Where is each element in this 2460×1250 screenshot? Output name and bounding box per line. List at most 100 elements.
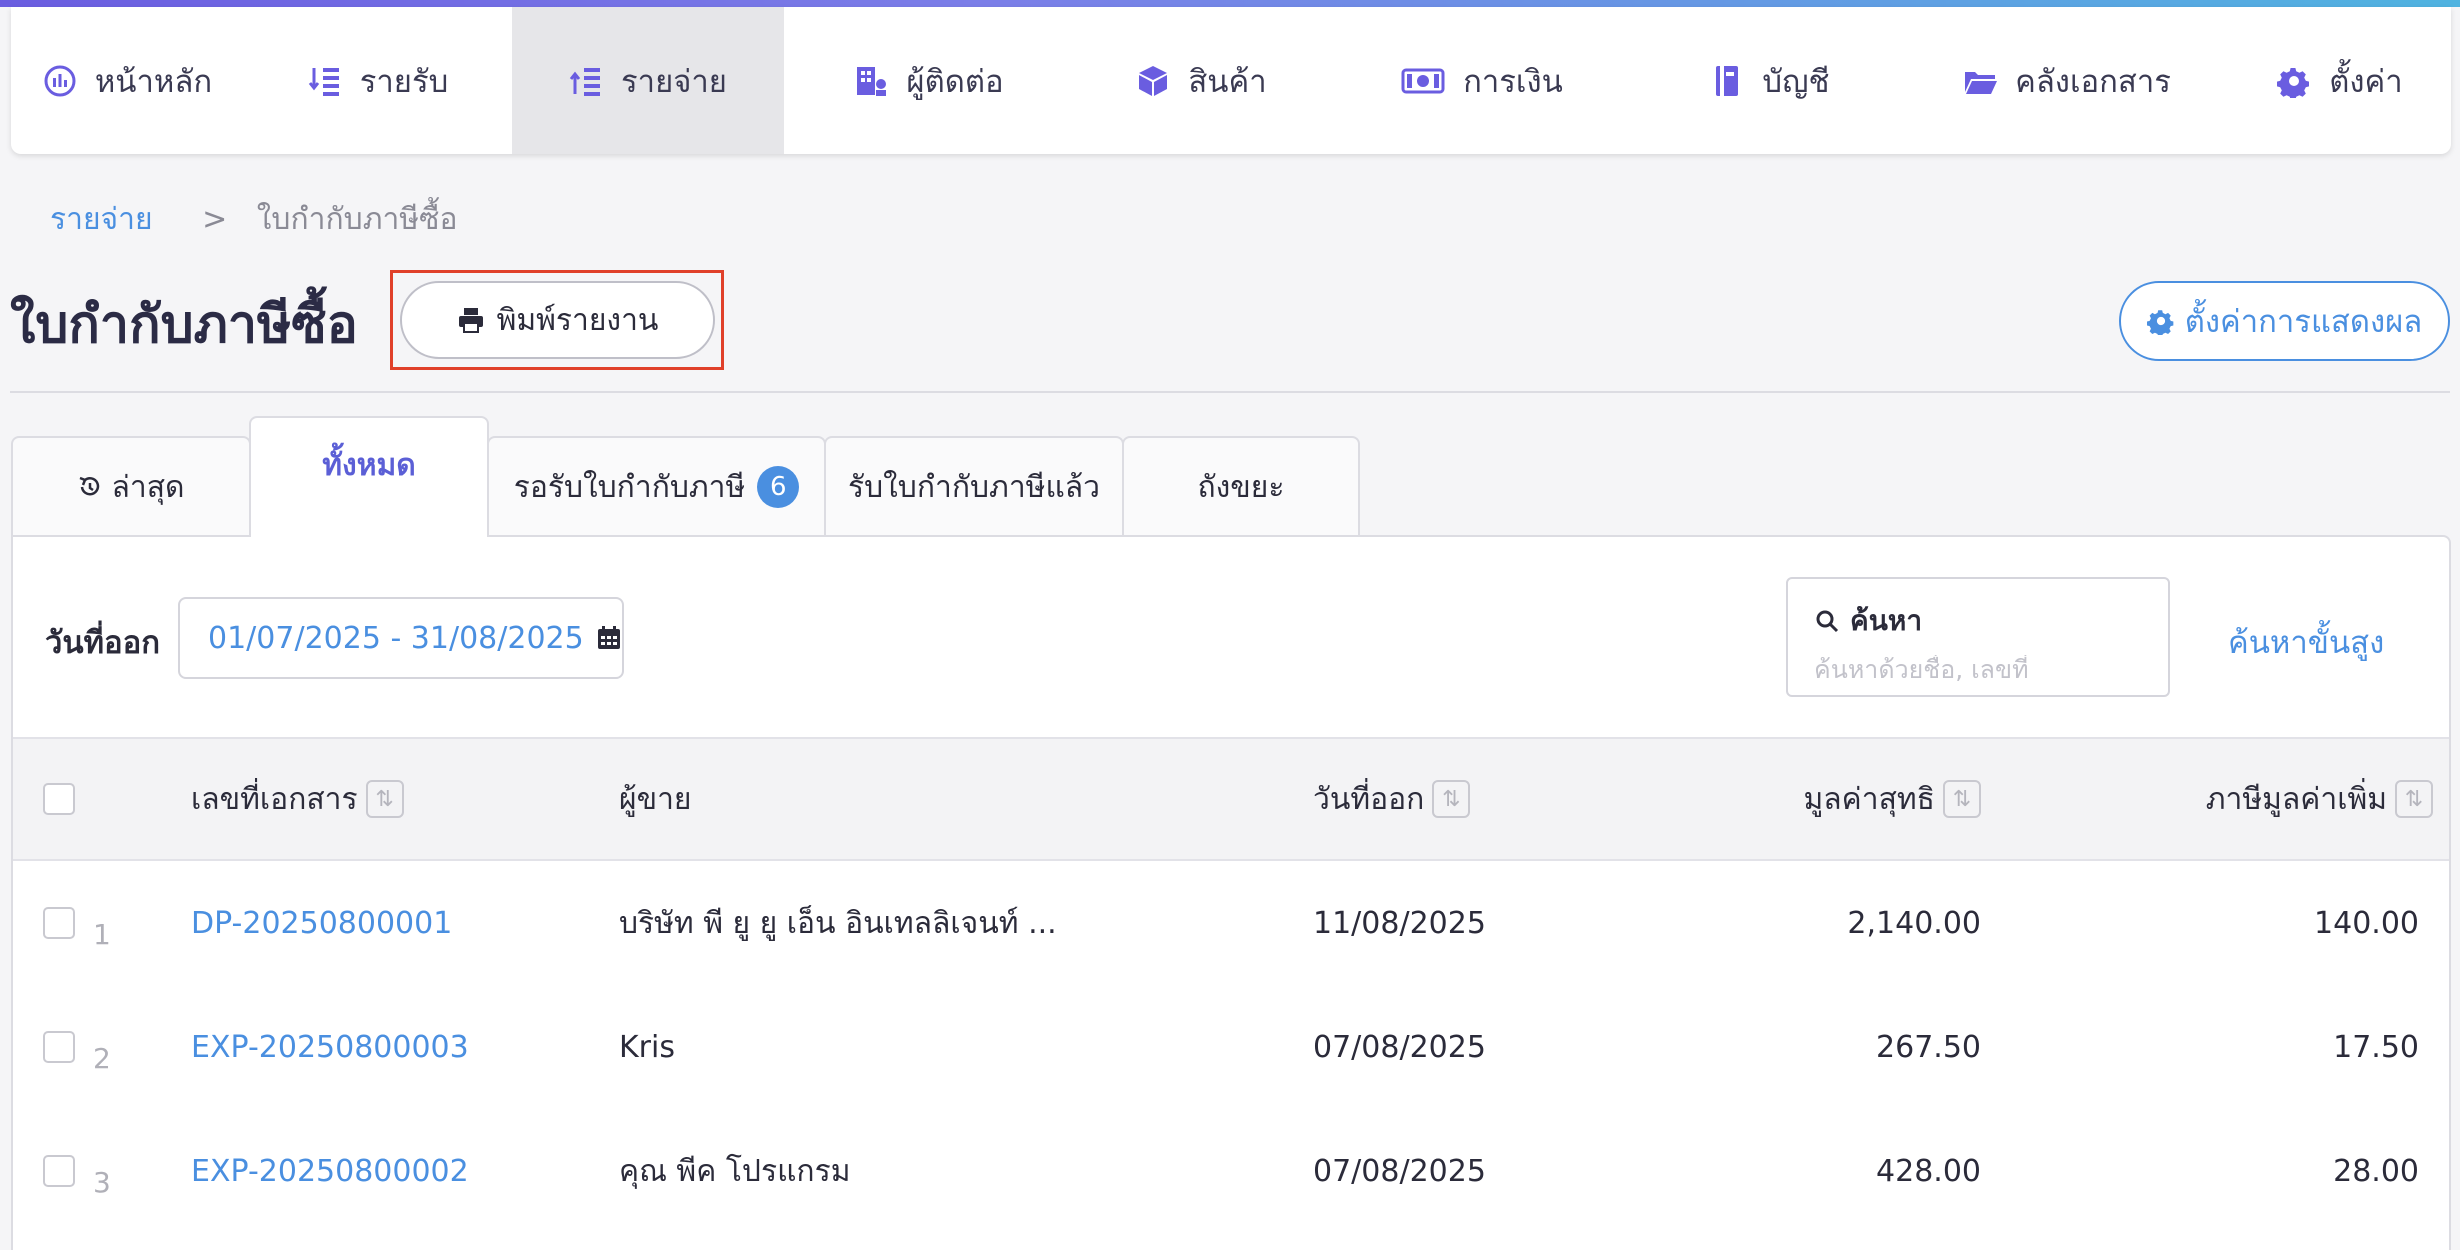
column-header-issue-date: วันที่ออก ⇅: [1313, 739, 1471, 859]
gear-icon: [2146, 310, 2174, 335]
vendor-cell: Kris: [619, 1029, 675, 1065]
printer-icon: [458, 308, 483, 333]
tab-awaiting-invoice[interactable]: รอรับใบกำกับภาษี 6: [487, 436, 826, 536]
count-badge: 6: [757, 466, 800, 508]
contacts-icon: [854, 64, 888, 98]
display-settings-label: ตั้งค่าการแสดงผล: [2184, 304, 2423, 340]
nav-item-label: สินค้า: [1188, 63, 1267, 100]
tab-latest[interactable]: ล่าสุด: [11, 436, 251, 536]
nav-item-label: การเงิน: [1463, 63, 1563, 100]
row-checkbox[interactable]: [43, 907, 75, 939]
search-title: ค้นหา: [1814, 599, 2142, 643]
content-panel: วันที่ออก 01/07/2025 - 31/08/2025 ค้นหา …: [11, 535, 2451, 1250]
nav-item-label: ผู้ติดต่อ: [906, 63, 1004, 100]
tab-label: รับใบกำกับภาษีแล้ว: [847, 469, 1101, 505]
doc-number-link[interactable]: DP-20250800001: [191, 906, 452, 941]
net-value-cell: 2,140.00: [1847, 905, 1981, 941]
divider: [10, 391, 2450, 393]
row-checkbox[interactable]: [43, 1031, 75, 1063]
gear-icon: [2277, 64, 2311, 98]
nav-item-label: บัญชี: [1762, 63, 1830, 100]
column-header-doc-no: เลขที่เอกสาร ⇅: [191, 739, 404, 859]
doc-number-link[interactable]: EXP-20250800002: [191, 1154, 469, 1189]
calendar-icon: [597, 626, 620, 649]
column-header-net-value: มูลค่าสุทธิ ⇅: [1804, 739, 1981, 859]
doc-number-link[interactable]: EXP-20250800003: [191, 1030, 469, 1065]
tab-label: ทั้งหมด: [322, 448, 416, 483]
net-value-cell: 428.00: [1876, 1153, 1981, 1189]
sort-icon[interactable]: ⇅: [1943, 780, 1981, 818]
nav-item-finance[interactable]: การเงิน: [1329, 7, 1635, 154]
nav-item-settings[interactable]: ตั้งค่า: [2229, 7, 2451, 154]
issue-date-cell: 07/08/2025: [1313, 1029, 1486, 1065]
nav-item-label: ตั้งค่า: [2329, 63, 2403, 100]
search-icon: [1816, 610, 1839, 633]
nav-item-expense[interactable]: รายจ่าย: [512, 7, 784, 154]
table-row[interactable]: 2 EXP-20250800003 Kris 07/08/2025 267.50…: [13, 985, 2449, 1109]
select-all-checkbox[interactable]: [43, 783, 75, 815]
nav-item-documents[interactable]: คลังเอกสาร: [1905, 7, 2229, 154]
tab-invoice-received[interactable]: รับใบกำกับภาษีแล้ว: [824, 436, 1124, 536]
net-value-cell: 267.50: [1876, 1029, 1981, 1065]
money-icon: [1401, 64, 1445, 98]
select-all-checkbox-cell: [43, 739, 75, 859]
tab-label: ถังขยะ: [1197, 469, 1285, 505]
nav-item-label: รายจ่าย: [621, 63, 727, 100]
vat-cell: 17.50: [2333, 1029, 2419, 1065]
table-row[interactable]: 1 DP-20250800001 บริษัท พี ยู ยู เอ็น อิ…: [13, 861, 2449, 985]
issue-date-cell: 11/08/2025: [1313, 905, 1486, 941]
nav-item-income[interactable]: รายรับ: [244, 7, 512, 154]
breadcrumb-current: ใบกำกับภาษีซื้อ: [256, 202, 458, 237]
tab-label: รอรับใบกำกับภาษี: [513, 469, 746, 505]
date-range-picker[interactable]: 01/07/2025 - 31/08/2025: [178, 597, 624, 679]
advanced-search-link[interactable]: ค้นหาขั้นสูง: [2228, 617, 2384, 667]
nav-item-label: หน้าหลัก: [94, 63, 213, 100]
page-title: ใบกำกับภาษีซื้อ: [10, 295, 358, 355]
income-icon: [308, 64, 342, 98]
row-number: 2: [93, 1041, 111, 1075]
nav-item-label: รายรับ: [359, 63, 449, 100]
column-header-vendor: ผู้ขาย: [619, 781, 692, 817]
print-button-highlight: พิมพ์รายงาน: [390, 270, 724, 370]
nav-item-home[interactable]: หน้าหลัก: [11, 7, 244, 154]
column-header-vat: ภาษีมูลค่าเพิ่ม ⇅: [2206, 739, 2433, 859]
nav-item-products[interactable]: สินค้า: [1074, 7, 1329, 154]
sort-icon[interactable]: ⇅: [365, 780, 404, 818]
search-box: ค้นหา: [1786, 577, 2170, 697]
nav-item-label: คลังเอกสาร: [2015, 63, 2171, 100]
tab-trash[interactable]: ถังขยะ: [1122, 436, 1360, 536]
breadcrumb-link-expense[interactable]: รายจ่าย: [50, 202, 153, 237]
expense-icon: [569, 64, 603, 98]
print-report-label: พิมพ์รายงาน: [496, 302, 659, 338]
search-input[interactable]: [1814, 655, 2134, 684]
sort-icon[interactable]: ⇅: [1432, 780, 1471, 818]
table-header: เลขที่เอกสาร ⇅ ผู้ขาย วันที่ออก ⇅ มูลค่า…: [13, 737, 2449, 861]
sort-icon[interactable]: ⇅: [2395, 780, 2433, 818]
nav-item-accounting[interactable]: บัญชี: [1635, 7, 1905, 154]
date-filter-label: วันที่ออก: [45, 625, 161, 661]
ledger-icon: [1710, 64, 1744, 98]
breadcrumb: รายจ่าย > ใบกำกับภาษีซื้อ: [50, 196, 457, 243]
tab-label: ล่าสุด: [111, 469, 185, 505]
folder-icon: [1963, 64, 1998, 98]
table-row[interactable]: 3 EXP-20250800002 คุณ พีค โปรแกรม 07/08/…: [13, 1109, 2449, 1233]
main-nav: หน้าหลัก รายรับ รายจ่าย ผู้ติดต่อ สินค้า…: [11, 7, 2451, 154]
top-accent-bar: [0, 0, 2460, 7]
vat-cell: 140.00: [2314, 905, 2419, 941]
display-settings-button[interactable]: ตั้งค่าการแสดงผล: [2119, 281, 2450, 361]
date-range-value: 01/07/2025 - 31/08/2025: [208, 620, 584, 656]
row-number: 1: [93, 917, 111, 951]
vendor-cell: คุณ พีค โปรแกรม: [619, 1153, 851, 1189]
row-checkbox[interactable]: [43, 1155, 75, 1187]
breadcrumb-separator: >: [202, 202, 228, 237]
nav-item-contacts[interactable]: ผู้ติดต่อ: [784, 7, 1074, 154]
print-report-button[interactable]: พิมพ์รายงาน: [400, 281, 715, 359]
vat-cell: 28.00: [2333, 1153, 2419, 1189]
vendor-cell: บริษัท พี ยู ยู เอ็น อินเทลลิเจนท์ ...: [619, 905, 1057, 941]
dashboard-icon: [43, 64, 77, 98]
box-icon: [1136, 64, 1170, 98]
tab-all[interactable]: ทั้งหมด: [249, 416, 489, 537]
history-icon: [80, 476, 100, 496]
issue-date-cell: 07/08/2025: [1313, 1153, 1486, 1189]
row-number: 3: [93, 1165, 111, 1199]
